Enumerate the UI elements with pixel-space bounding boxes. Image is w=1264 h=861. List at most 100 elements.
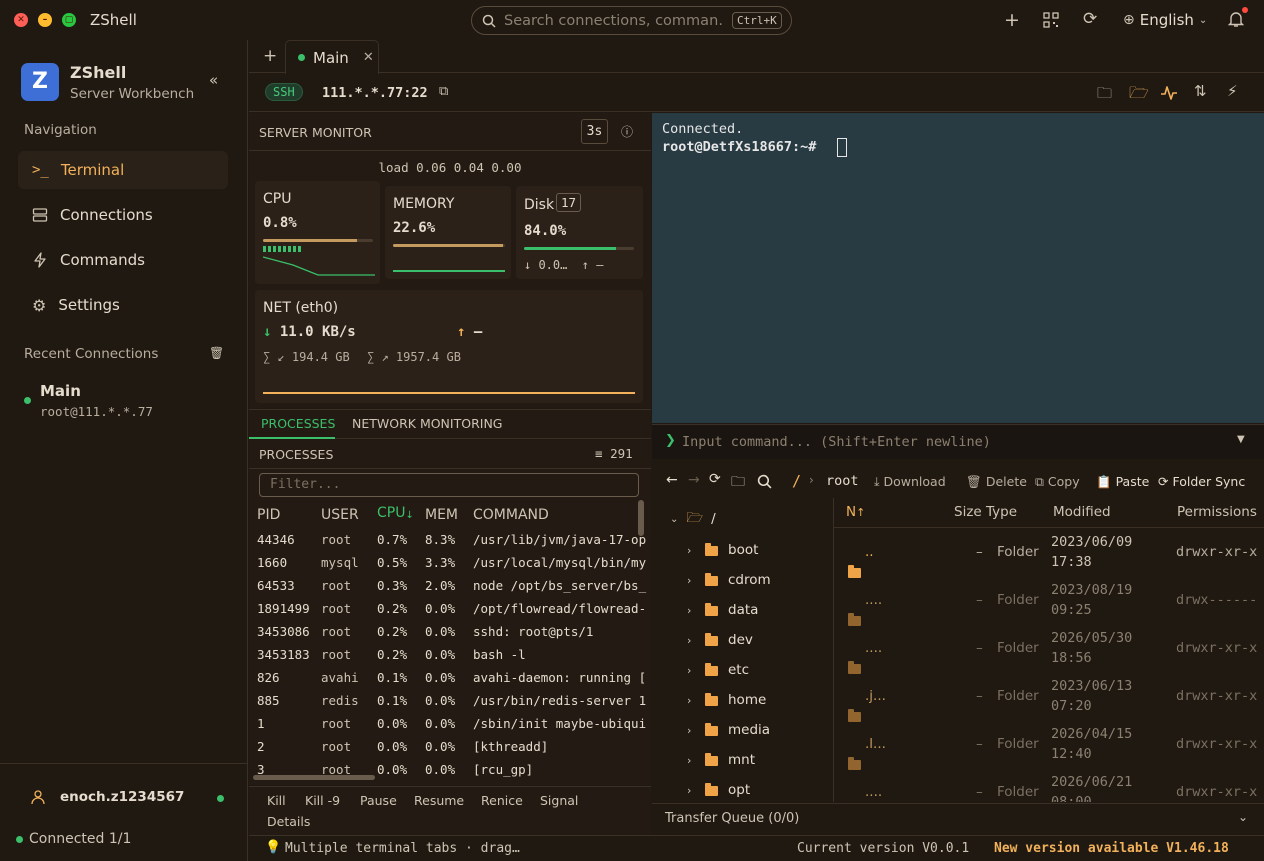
col-command[interactable]: COMMAND bbox=[473, 507, 633, 523]
vertical-scrollbar[interactable] bbox=[638, 500, 644, 536]
pause-button[interactable]: Pause bbox=[360, 793, 397, 808]
file-row[interactable]: .l... – Folder 2026/04/15 12:40 drwxr-xr-x bbox=[834, 722, 1264, 770]
command-input-bar[interactable]: ❯ Input command... (Shift+Enter newline)… bbox=[652, 424, 1264, 459]
col-modified[interactable]: Modified bbox=[1053, 504, 1111, 520]
table-row[interactable]: 826 avahi 0.1% 0.0% avahi-daemon: running [ bbox=[257, 666, 650, 689]
tab-processes[interactable]: PROCESSES bbox=[261, 416, 335, 431]
col-user[interactable]: USER bbox=[321, 507, 377, 523]
folder-sync-icon[interactable]: 🗀 bbox=[731, 471, 745, 495]
sidebar-item-connections[interactable]: Connections bbox=[18, 196, 228, 234]
sidebar-item-terminal[interactable]: >_ Terminal bbox=[18, 151, 228, 189]
resume-button[interactable]: Resume bbox=[414, 793, 464, 808]
tree-item-media[interactable]: › media bbox=[687, 715, 771, 745]
transfer-queue[interactable]: Transfer Queue (0/0) ⌄ bbox=[652, 803, 1264, 834]
compare-icon[interactable]: ⇅ bbox=[1194, 82, 1207, 100]
forward-icon[interactable]: → bbox=[688, 472, 700, 488]
paste-button[interactable]: 📋 Paste bbox=[1096, 474, 1149, 490]
activity-icon[interactable] bbox=[1160, 85, 1178, 101]
search-files-icon[interactable] bbox=[757, 474, 772, 489]
plus-icon[interactable]: + bbox=[1004, 9, 1020, 31]
tree-item-home[interactable]: › home bbox=[687, 685, 771, 715]
renice-button[interactable]: Renice bbox=[481, 793, 523, 808]
table-row[interactable]: 64533 root 0.3% 2.0% node /opt/bs_server/bs_ bbox=[257, 574, 650, 597]
breadcrumb-dir[interactable]: root bbox=[826, 473, 859, 489]
tab-network-monitoring[interactable]: NETWORK MONITORING bbox=[352, 416, 502, 431]
tree-item-boot[interactable]: › boot bbox=[687, 535, 771, 565]
language-selector[interactable]: ⊕ English ⌄ bbox=[1123, 11, 1207, 29]
lightning-icon bbox=[34, 252, 46, 268]
minimize-window-button[interactable]: – bbox=[38, 13, 52, 27]
tree-item-mnt[interactable]: › mnt bbox=[687, 745, 771, 775]
horizontal-scrollbar[interactable] bbox=[253, 775, 375, 780]
recent-connection-address: root@111.*.*.77 bbox=[40, 404, 153, 419]
table-row[interactable]: 44346 root 0.7% 8.3% /usr/lib/jvm/java-17-op bbox=[257, 528, 650, 551]
notifications-button[interactable] bbox=[1227, 7, 1248, 32]
command-input[interactable]: Input command... (Shift+Enter newline) bbox=[682, 434, 991, 450]
file-row[interactable]: .... – Folder 2026/06/21 08:00 drwxr-xr-x bbox=[834, 770, 1264, 802]
back-icon[interactable]: ← bbox=[666, 472, 678, 488]
kill-9-button[interactable]: Kill -9 bbox=[305, 793, 340, 808]
table-row[interactable]: 2 root 0.0% 0.0% [kthreadd] bbox=[257, 735, 650, 758]
col-size[interactable]: Size bbox=[954, 504, 982, 520]
close-window-button[interactable]: ✕ bbox=[14, 13, 28, 27]
expand-icon[interactable]: ▼ bbox=[1237, 434, 1245, 445]
info-icon[interactable]: ⓘ bbox=[621, 123, 633, 140]
clear-recent-icon[interactable]: 🗑 bbox=[209, 346, 224, 360]
table-row[interactable]: 885 redis 0.1% 0.0% /usr/bin/redis-server 1 bbox=[257, 689, 650, 712]
qr-code-icon[interactable] bbox=[1043, 12, 1059, 28]
tree-item-opt[interactable]: › opt bbox=[687, 775, 771, 802]
tree-root[interactable]: ⌄ 🗁 / bbox=[670, 504, 716, 534]
table-row[interactable]: 3453086 root 0.2% 0.0% sshd: root@pts/1 bbox=[257, 620, 650, 643]
col-type[interactable]: Type bbox=[986, 504, 1017, 520]
tree-item-etc[interactable]: › etc bbox=[687, 655, 771, 685]
file-row[interactable]: .... – Folder 2023/08/19 09:25 drwx------ bbox=[834, 578, 1264, 626]
table-row[interactable]: 3453183 root 0.2% 0.0% bash -l bbox=[257, 643, 650, 666]
col-name[interactable]: N↑ bbox=[846, 504, 865, 520]
refresh-icon[interactable]: ⟳ bbox=[709, 471, 721, 487]
sidebar-item-settings[interactable]: ⚙ Settings bbox=[18, 286, 228, 324]
copy-icon[interactable]: ⧉ bbox=[439, 84, 448, 99]
plug-icon[interactable]: ⚡ bbox=[1227, 82, 1238, 100]
folder-search-icon[interactable]: 🗀 bbox=[1097, 83, 1112, 108]
download-button[interactable]: ⤓ Download bbox=[874, 474, 946, 490]
signal-button[interactable]: Signal bbox=[540, 793, 578, 808]
global-search[interactable]: Search connections, comman… Ctrl+K bbox=[471, 6, 792, 35]
file-row[interactable]: .... – Folder 2026/05/30 18:56 drwxr-xr-x bbox=[834, 626, 1264, 674]
sidebar-item-label: Connections bbox=[60, 206, 153, 224]
tab-main[interactable]: Main ✕ bbox=[285, 40, 379, 74]
col-permissions[interactable]: Permissions bbox=[1177, 504, 1257, 520]
sidebar-item-commands[interactable]: Commands bbox=[18, 241, 228, 279]
tree-item-data[interactable]: › data bbox=[687, 595, 771, 625]
table-row[interactable]: 1660 mysql 0.5% 3.3% /usr/local/mysql/bin/my bbox=[257, 551, 650, 574]
tree-label: data bbox=[728, 602, 759, 618]
col-pid[interactable]: PID bbox=[257, 507, 321, 523]
new-tab-button[interactable]: + bbox=[263, 46, 277, 66]
file-row[interactable]: .j... – Folder 2023/06/13 07:20 drwxr-xr-x bbox=[834, 674, 1264, 722]
breadcrumb-root[interactable]: / bbox=[792, 472, 801, 490]
folder-sync-button[interactable]: ⟳ Folder Sync bbox=[1158, 474, 1245, 489]
copy-button[interactable]: ⧉ Copy bbox=[1035, 474, 1080, 490]
terminal[interactable]: Connected. root@DetfXs18667:~# bbox=[652, 113, 1264, 423]
refresh-interval-select[interactable]: 3s bbox=[581, 119, 608, 144]
delete-button[interactable]: 🗑 Delete bbox=[966, 474, 1027, 490]
collapse-sidebar-icon[interactable]: « bbox=[209, 71, 218, 89]
table-row[interactable]: 1 root 0.0% 0.0% /sbin/init maybe-ubiqui bbox=[257, 712, 650, 735]
folder-open-icon[interactable]: 🗁 bbox=[1129, 82, 1149, 109]
tree-item-dev[interactable]: › dev bbox=[687, 625, 771, 655]
file-row[interactable]: .. – Folder 2023/06/09 17:38 drwxr-xr-x bbox=[834, 530, 1264, 578]
close-tab-icon[interactable]: ✕ bbox=[363, 50, 374, 65]
recent-connection-main[interactable]: Main root@111.*.*.77 bbox=[18, 377, 230, 425]
details-button[interactable]: Details bbox=[267, 814, 310, 829]
process-filter-input[interactable]: Filter... bbox=[259, 473, 639, 497]
update-available-link[interactable]: New version available V1.46.18 bbox=[994, 841, 1229, 856]
col-cpu[interactable]: CPU↓ bbox=[377, 505, 425, 525]
user-profile[interactable]: enoch.z1234567 bbox=[30, 789, 184, 805]
col-mem[interactable]: MEM bbox=[425, 507, 473, 523]
table-row[interactable]: 1891499 root 0.2% 0.0% /opt/flowread/flowrea… bbox=[257, 597, 650, 620]
kill-button[interactable]: Kill bbox=[267, 793, 286, 808]
maximize-window-button[interactable]: ▢ bbox=[62, 13, 76, 27]
sync-icon[interactable]: ⟳ bbox=[1083, 9, 1097, 29]
chevron-down-icon[interactable]: ⌄ bbox=[1238, 810, 1248, 824]
tree-item-cdrom[interactable]: › cdrom bbox=[687, 565, 771, 595]
search-input[interactable]: Search connections, comman… bbox=[504, 13, 724, 29]
